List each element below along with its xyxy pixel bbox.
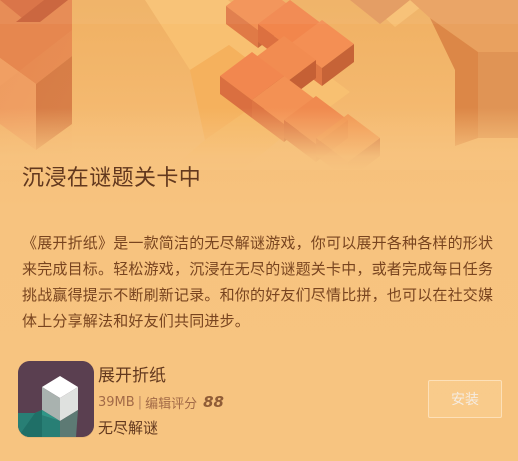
- hero-artwork: [0, 0, 518, 170]
- app-size: 39MB: [98, 394, 135, 410]
- install-button[interactable]: 安装: [428, 380, 502, 418]
- app-summary-row: 展开折纸 39MB | 编辑评分 88 无尽解谜 安装: [18, 361, 502, 445]
- app-promo-card: 沉浸在谜题关卡中 《展开折纸》是一款简洁的无尽解谜游戏，你可以展开各种各样的形状…: [0, 0, 518, 461]
- app-icon[interactable]: [18, 361, 94, 437]
- section-title: 沉浸在谜题关卡中: [22, 166, 202, 191]
- editor-rating-label: 编辑评分: [145, 396, 198, 412]
- editor-rating-value: 88: [203, 393, 224, 411]
- app-description: 《展开折纸》是一款简洁的无尽解谜游戏，你可以展开各种各样的形状来完成目标。轻松游…: [22, 234, 494, 330]
- app-meta: 39MB | 编辑评分 88: [98, 392, 224, 412]
- app-genre: 无尽解谜: [98, 419, 159, 437]
- origami-cube-icon: [18, 361, 94, 437]
- app-name[interactable]: 展开折纸: [98, 365, 166, 387]
- hero-fade: [0, 108, 518, 170]
- meta-divider: |: [137, 394, 143, 410]
